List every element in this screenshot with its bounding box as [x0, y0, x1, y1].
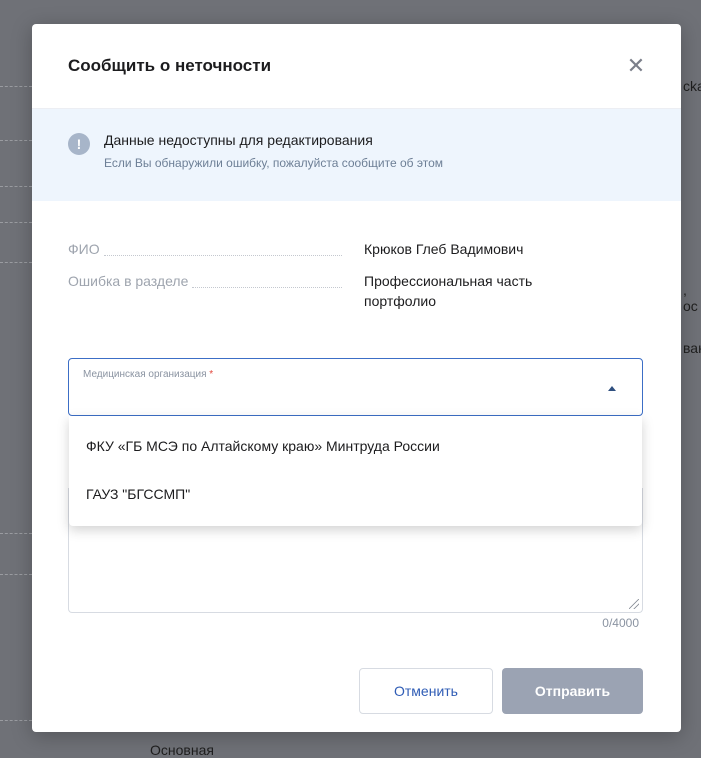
info-subtitle: Если Вы обнаружили ошибку, пожалуйста со…: [104, 156, 444, 170]
background-divider: [0, 262, 32, 263]
character-counter: 0/4000: [602, 616, 639, 630]
close-icon[interactable]: ✕: [625, 53, 647, 78]
field-value: Профессиональная часть портфолио: [364, 273, 533, 309]
field-value: Крюков Глеб Вадимович: [364, 241, 524, 257]
report-inaccuracy-modal: Сообщить о неточности ✕ ! Данные недосту…: [32, 24, 681, 732]
exclamation-icon: !: [68, 133, 90, 155]
send-button[interactable]: Отправить: [502, 668, 643, 714]
background-divider: [0, 140, 32, 141]
resize-handle-icon[interactable]: [629, 599, 639, 609]
cancel-button[interactable]: Отменить: [359, 668, 493, 714]
medical-organization-select[interactable]: Медицинская организация *: [68, 358, 643, 416]
background-text: cka: [683, 78, 701, 94]
modal-header: Сообщить о неточности ✕: [32, 24, 681, 109]
background-divider: [0, 222, 32, 223]
select-label: Медицинская организация *: [83, 369, 214, 380]
background-divider: [0, 574, 32, 575]
modal-title: Сообщить о неточности: [68, 56, 272, 75]
background-divider: [0, 86, 32, 87]
field-label: ФИО: [68, 241, 100, 257]
background-divider: [0, 720, 32, 721]
background-text: Основная: [150, 742, 214, 758]
field-row-section: Ошибка в разделе Профессиональная часть …: [68, 273, 645, 311]
readonly-fields: ФИО Крюков Глеб Вадимович Ошибка в разде…: [32, 201, 681, 311]
background-text: , oc: [683, 282, 698, 314]
dropdown-option[interactable]: ФКУ «ГБ МСЭ по Алтайскому краю» Минтруда…: [69, 422, 642, 470]
info-title: Данные недоступны для редактирования: [104, 132, 373, 148]
background-divider: [0, 186, 32, 187]
organization-dropdown: ФКУ «ГБ МСЭ по Алтайскому краю» Минтруда…: [69, 416, 642, 526]
field-label: Ошибка в разделе: [68, 273, 189, 289]
info-banner: ! Данные недоступны для редактирования Е…: [32, 109, 681, 201]
dropdown-option[interactable]: ГАУЗ "БГССМП": [69, 470, 642, 518]
background-text: ван: [683, 340, 701, 356]
field-row-fio: ФИО Крюков Глеб Вадимович: [68, 241, 645, 259]
chevron-up-icon[interactable]: [608, 386, 616, 391]
background-divider: [0, 533, 32, 534]
